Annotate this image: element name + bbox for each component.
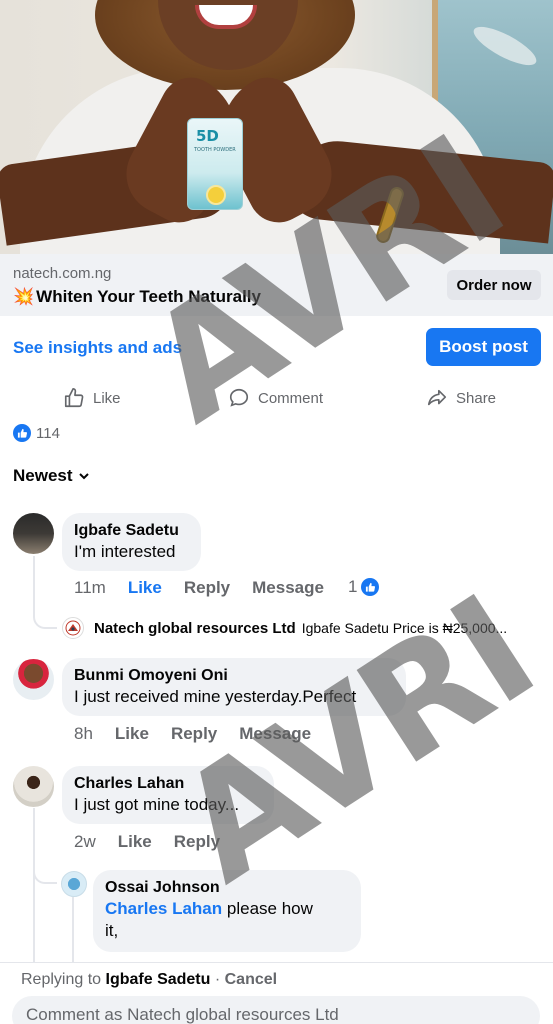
comment-text: I just got mine today... [74, 795, 240, 814]
replying-separator: · [210, 971, 225, 988]
comment-text: I just received mine yesterday.Perfect [74, 687, 357, 706]
comment-meta: 8h Like Reply Message [74, 724, 333, 744]
mention-link[interactable]: Charles Lahan [105, 899, 222, 918]
reaction-summary[interactable]: 114 [13, 424, 60, 442]
comment-meta: 11m Like Reply Message [74, 578, 346, 598]
reply-author[interactable]: Ossai Johnson [105, 878, 349, 898]
thumbs-up-icon [64, 388, 84, 408]
link-headline: 💥 Whiten Your Teeth Naturally [13, 287, 261, 307]
comment-reply-button[interactable]: Reply [171, 724, 217, 744]
reply-text-line1: please how [222, 899, 313, 918]
replying-prefix: Replying to [21, 971, 106, 988]
comment-action[interactable]: Comment [228, 386, 323, 410]
reply-text: Charles Lahan please how [105, 898, 349, 920]
like-count-value: 1 [348, 577, 358, 596]
link-domain: natech.com.ng [13, 265, 112, 282]
ad-image[interactable]: 5D TOOTH POWDER [0, 0, 553, 254]
comment-time: 11m [74, 578, 106, 597]
share-action[interactable]: Share [426, 386, 496, 410]
comment-like-button[interactable]: Like [118, 832, 152, 852]
comment-time: 8h [74, 724, 93, 743]
comment-meta: 2w Like Reply [74, 832, 242, 852]
boost-post-button[interactable]: Boost post [426, 328, 541, 366]
comment-like-button[interactable]: Like [128, 578, 162, 598]
comment-time: 2w [74, 832, 96, 851]
avatar-ossai[interactable] [61, 871, 87, 897]
reply-author: Natech global resources Ltd [94, 619, 296, 637]
comment-author[interactable]: Bunmi Omoyeni Oni [74, 666, 394, 686]
comment-bubble[interactable]: Igbafe Sadetu I'm interested [62, 513, 201, 571]
see-insights-link[interactable]: See insights and ads [13, 338, 182, 358]
avatar-igbafe[interactable] [13, 513, 54, 554]
burst-icon: 💥 [13, 287, 35, 306]
avatar-charles[interactable] [13, 766, 54, 807]
headline-text: Whiten Your Teeth Naturally [36, 287, 261, 306]
comment-input[interactable]: Comment as Natech global resources Ltd [12, 996, 540, 1024]
like-action-label: Like [93, 389, 121, 407]
thread-line [72, 897, 74, 962]
product-box: 5D TOOTH POWDER [187, 118, 243, 210]
comment-author[interactable]: Charles Lahan [74, 774, 262, 794]
chevron-down-icon [78, 473, 89, 480]
comment-bubble[interactable]: Bunmi Omoyeni Oni I just received mine y… [62, 658, 406, 716]
comment-action-label: Comment [258, 389, 324, 407]
thread-line [33, 808, 35, 962]
comment-reply-button[interactable]: Reply [174, 832, 220, 852]
reply-text-line2: it, [105, 921, 119, 940]
comment-reply-button[interactable]: Reply [184, 578, 230, 598]
reply-preview[interactable]: Natech global resources Ltd Igbafe Sadet… [62, 617, 507, 639]
like-reaction-icon [361, 578, 380, 596]
comment-text: I'm interested [74, 542, 176, 561]
like-action[interactable]: Like [63, 386, 121, 410]
comment-like-count[interactable]: 1 [348, 577, 380, 597]
comment-message-button[interactable]: Message [239, 724, 311, 744]
reaction-count: 114 [36, 424, 60, 442]
share-action-label: Share [456, 389, 497, 407]
order-now-button[interactable]: Order now [447, 270, 541, 300]
cancel-reply-button[interactable]: Cancel [225, 971, 277, 988]
product-label: 5D [196, 127, 219, 145]
comment-composer: Replying to Igbafe Sadetu · Cancel Comme… [0, 962, 553, 1024]
replying-name: Igbafe Sadetu [105, 971, 211, 988]
thread-connector [33, 860, 57, 884]
comment-bubble[interactable]: Charles Lahan I just got mine today... [62, 766, 274, 824]
like-reaction-icon [13, 424, 31, 442]
comment-author[interactable]: Igbafe Sadetu [74, 521, 189, 541]
page-avatar [62, 617, 84, 639]
avatar-bunmi[interactable] [13, 659, 54, 700]
product-sub-label: TOOTH POWDER [194, 147, 236, 153]
reply-text: Igbafe Sadetu Price is ₦25,000... [301, 620, 508, 636]
comment-sort-dropdown[interactable]: Newest [13, 466, 90, 486]
share-icon [427, 389, 447, 406]
sort-label: Newest [13, 466, 73, 485]
comment-message-button[interactable]: Message [252, 578, 324, 598]
thread-line [33, 556, 35, 612]
comment-like-button[interactable]: Like [115, 724, 149, 744]
thread-connector [33, 605, 57, 629]
reply-bubble[interactable]: Ossai Johnson Charles Lahan please how i… [93, 870, 361, 952]
comment-icon [229, 388, 249, 407]
replying-indicator: Replying to Igbafe Sadetu · Cancel [21, 971, 277, 989]
product-seal [206, 185, 226, 205]
